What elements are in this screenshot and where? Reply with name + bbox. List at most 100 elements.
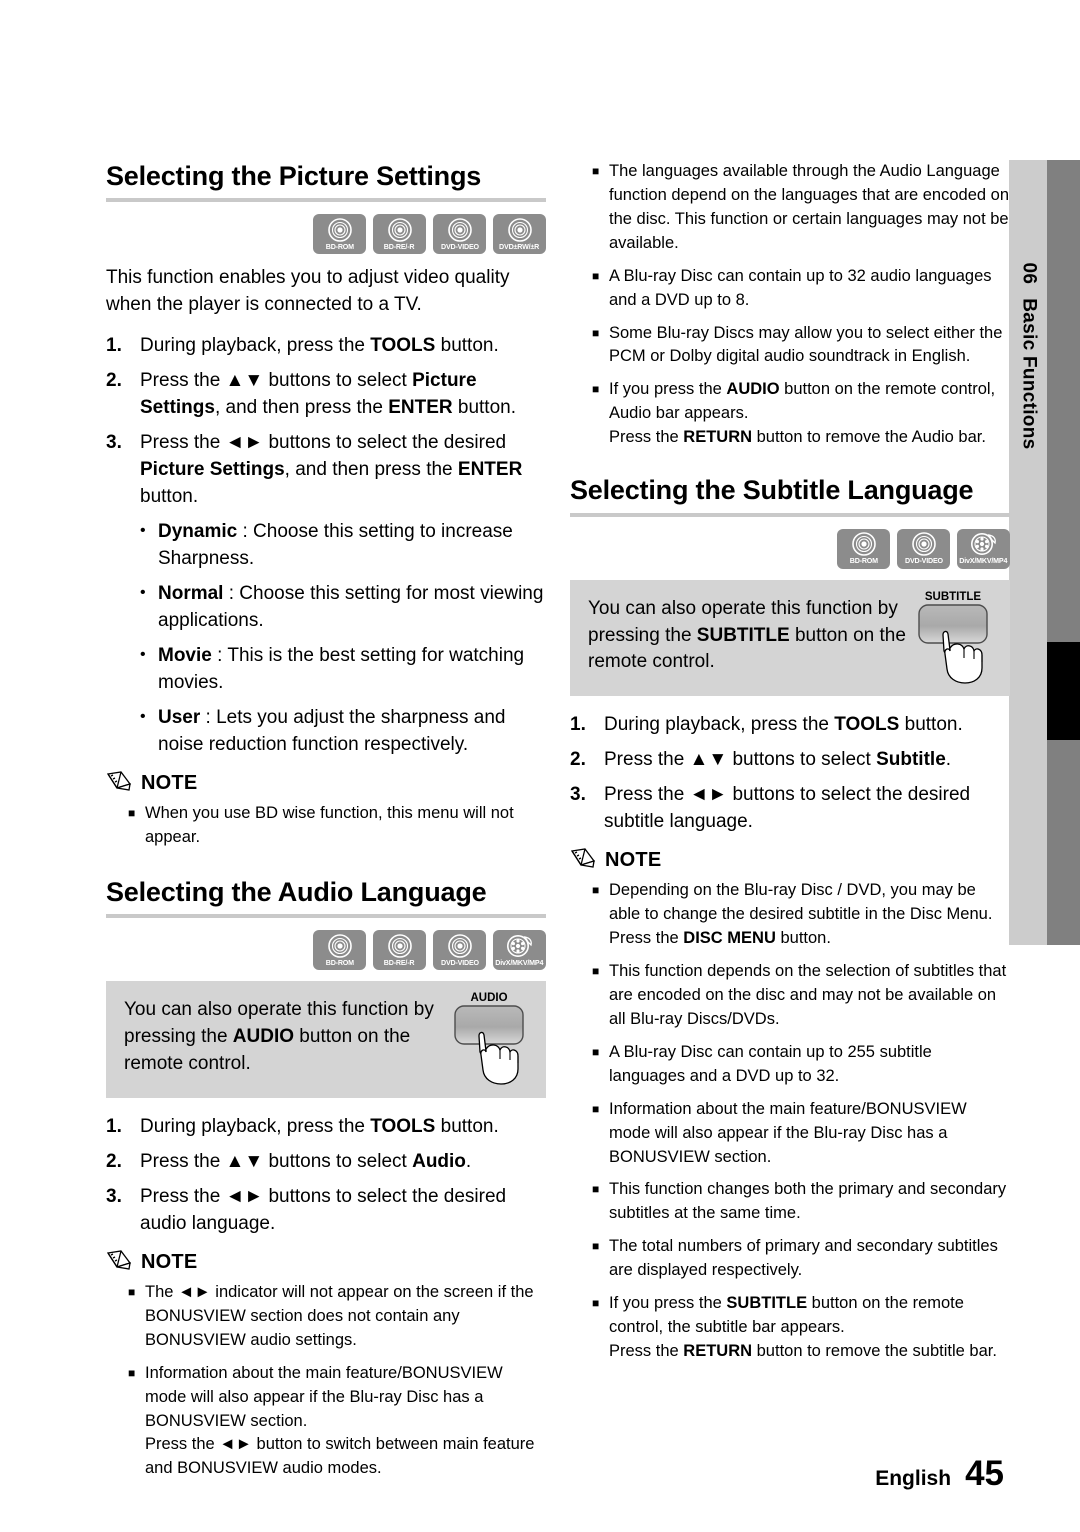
chapter-number: 06 [1018,262,1040,285]
note-bullet: ■ If you press the AUDIO button on the re… [570,378,1010,450]
disc-badge-label: DivX/MKV/MP4 [959,556,1008,566]
disc-badge: BD-RE/-R [373,930,426,971]
picture-settings-steps: 1. During playback, press the TOOLS butto… [106,333,546,511]
option-text: Movie : This is the best setting for wat… [158,645,525,693]
note-bullet: ■ Information about the main feature/BONU… [106,1362,546,1482]
note-text: This function depends on the selection o… [609,962,1007,1028]
note-text: This function changes both the primary a… [609,1180,1007,1223]
bullet-square-icon: ■ [592,164,600,178]
subtitle-callout: You can also operate this function by pr… [570,579,1010,697]
subtitle-language-notes: ■ Depending on the Blu-ray Disc / DVD, yo… [570,879,1010,1364]
film-reel-icon [970,533,996,556]
chapter-tab-dark-band [1047,160,1080,945]
audio-language-steps: 1. During playback, press the TOOLS butto… [106,1114,546,1238]
note-header: NOTE [570,848,1010,873]
film-reel-icon [506,934,532,957]
bullet-square-icon: ■ [592,1296,600,1311]
step-text: During playback, press the TOOLS button. [140,335,499,357]
disc-badge-label: DVD±RW/±R [499,242,540,252]
bullet-square-icon: ■ [128,1365,136,1380]
step-number: 2. [570,749,586,771]
audio-language-top-notes: ■ The languages available through the Aud… [570,160,1010,450]
numbered-step: 1. During playback, press the TOOLS butto… [106,333,546,360]
disc-badge-label: BD-ROM [849,556,878,566]
footer-page-number: 45 [965,1454,1004,1493]
disc-icon [507,218,532,242]
step-text: Press the ◄► buttons to select the desir… [140,1185,507,1234]
pencil-icon [106,771,132,796]
step-text: During playback, press the TOOLS button. [140,1116,499,1138]
disc-icon [911,532,936,557]
option-text: Dynamic : Choose this setting to increas… [158,521,513,570]
note-label: NOTE [141,771,198,794]
bullet-square-icon: ■ [592,1101,600,1116]
pencil-icon [106,1250,132,1275]
bullet-square-icon: ■ [592,964,600,979]
disc-badge-label: BD-ROM [325,242,354,252]
note-text: A Blu-ray Disc can contain up to 255 sub… [609,1042,932,1085]
disc-icon [327,218,352,242]
step-number: 3. [570,784,586,806]
disc-badge: BD-ROM [313,930,366,971]
bullet-square-icon: ■ [592,382,600,397]
option-bullet: • User : Lets you adjust the sharpness an… [106,705,546,759]
step-text: Press the ◄► buttons to select the desir… [140,432,523,508]
bullet-dot-icon: • [140,584,146,602]
bullet-square-icon: ■ [592,883,600,898]
bullet-square-icon: ■ [592,1239,600,1254]
note-text: If you press the SUBTITLE button on the … [609,1294,997,1360]
disc-icon [327,934,352,958]
disc-badge-label: DivX/MKV/MP4 [495,957,544,967]
numbered-step: 1. During playback, press the TOOLS butto… [570,712,1010,739]
audio-remote-button-illustration: AUDIO [446,989,532,1089]
step-text: Press the ◄► buttons to select the desir… [604,784,971,833]
note-header: NOTE [106,1250,546,1275]
numbered-step: 2. Press the ▲▼ buttons to select Subtitl… [570,747,1010,774]
picture-settings-notes: ■ When you use BD wise function, this men… [106,802,546,850]
step-number: 1. [106,1116,122,1138]
right-column: ■ The languages available through the Aud… [570,160,1010,1373]
audio-language-notes: ■ The ◄► indicator will not appear on the… [106,1281,546,1481]
disc-icon [447,218,472,242]
option-bullet: • Movie : This is the best setting for wa… [106,643,546,697]
option-name: Dynamic [158,521,238,543]
option-text: User : Lets you adjust the sharpness and… [158,706,506,755]
bullet-dot-icon: • [140,646,146,664]
bullet-dot-icon: • [140,522,146,540]
note-bullet: ■ When you use BD wise function, this men… [106,802,546,850]
note-bullet: ■ If you press the SUBTITLE button on the… [570,1292,1010,1364]
disc-badge: DVD-VIDEO [433,214,486,255]
note-bullet: ■ Depending on the Blu-ray Disc / DVD, yo… [570,879,1010,951]
note-bullet: ■ This function depends on the selection … [570,960,1010,1032]
pencil-icon [570,848,596,873]
disc-badge-label: DVD-VIDEO [440,957,479,967]
subtitle-language-title: Selecting the Subtitle Language [570,475,974,506]
step-number: 1. [570,714,586,736]
disc-icon [851,532,876,557]
note-header: NOTE [106,771,546,796]
audio-button-label: AUDIO [470,992,507,1004]
step-text: Press the ▲▼ buttons to select Picture S… [140,370,516,419]
chapter-title: Basic Functions [1018,298,1040,450]
note-label: NOTE [141,1250,198,1273]
disc-badge: BD-ROM [313,214,366,255]
note-text: Information about the main feature/BONUS… [145,1363,535,1478]
note-bullet: ■ Some Blu-ray Discs may allow you to sel… [570,322,1010,370]
section-audio-language: Selecting the Audio Language BD-ROM BD-RE… [106,876,546,1482]
disc-badge-label: BD-ROM [325,957,354,967]
subtitle-remote-button-illustration: SUBTITLE [910,588,996,688]
disc-badge-label: BD-RE/-R [384,242,415,252]
step-text: Press the ▲▼ buttons to select Subtitle. [604,749,952,771]
step-number: 2. [106,1151,122,1172]
subtitle-language-disc-icons: BD-ROM DVD-VIDEO DivX/MKV/MP4 [570,528,1010,569]
option-name: Movie [158,645,212,667]
audio-language-disc-icons: BD-ROM BD-RE/-R DVD-VIDEO DivX/MKV/MP4 [106,930,546,971]
note-bullet: ■ A Blu-ray Disc can contain up to 255 su… [570,1041,1010,1089]
page-footer: English 45 [875,1454,1004,1494]
bullet-square-icon: ■ [592,1182,600,1197]
disc-icon [387,218,412,242]
disc-badge: BD-RE/-R [373,214,426,255]
disc-badge: DVD-VIDEO [897,528,950,569]
chapter-tab-marker [1047,642,1080,740]
note-bullet: ■ The ◄► indicator will not appear on the… [106,1281,546,1353]
